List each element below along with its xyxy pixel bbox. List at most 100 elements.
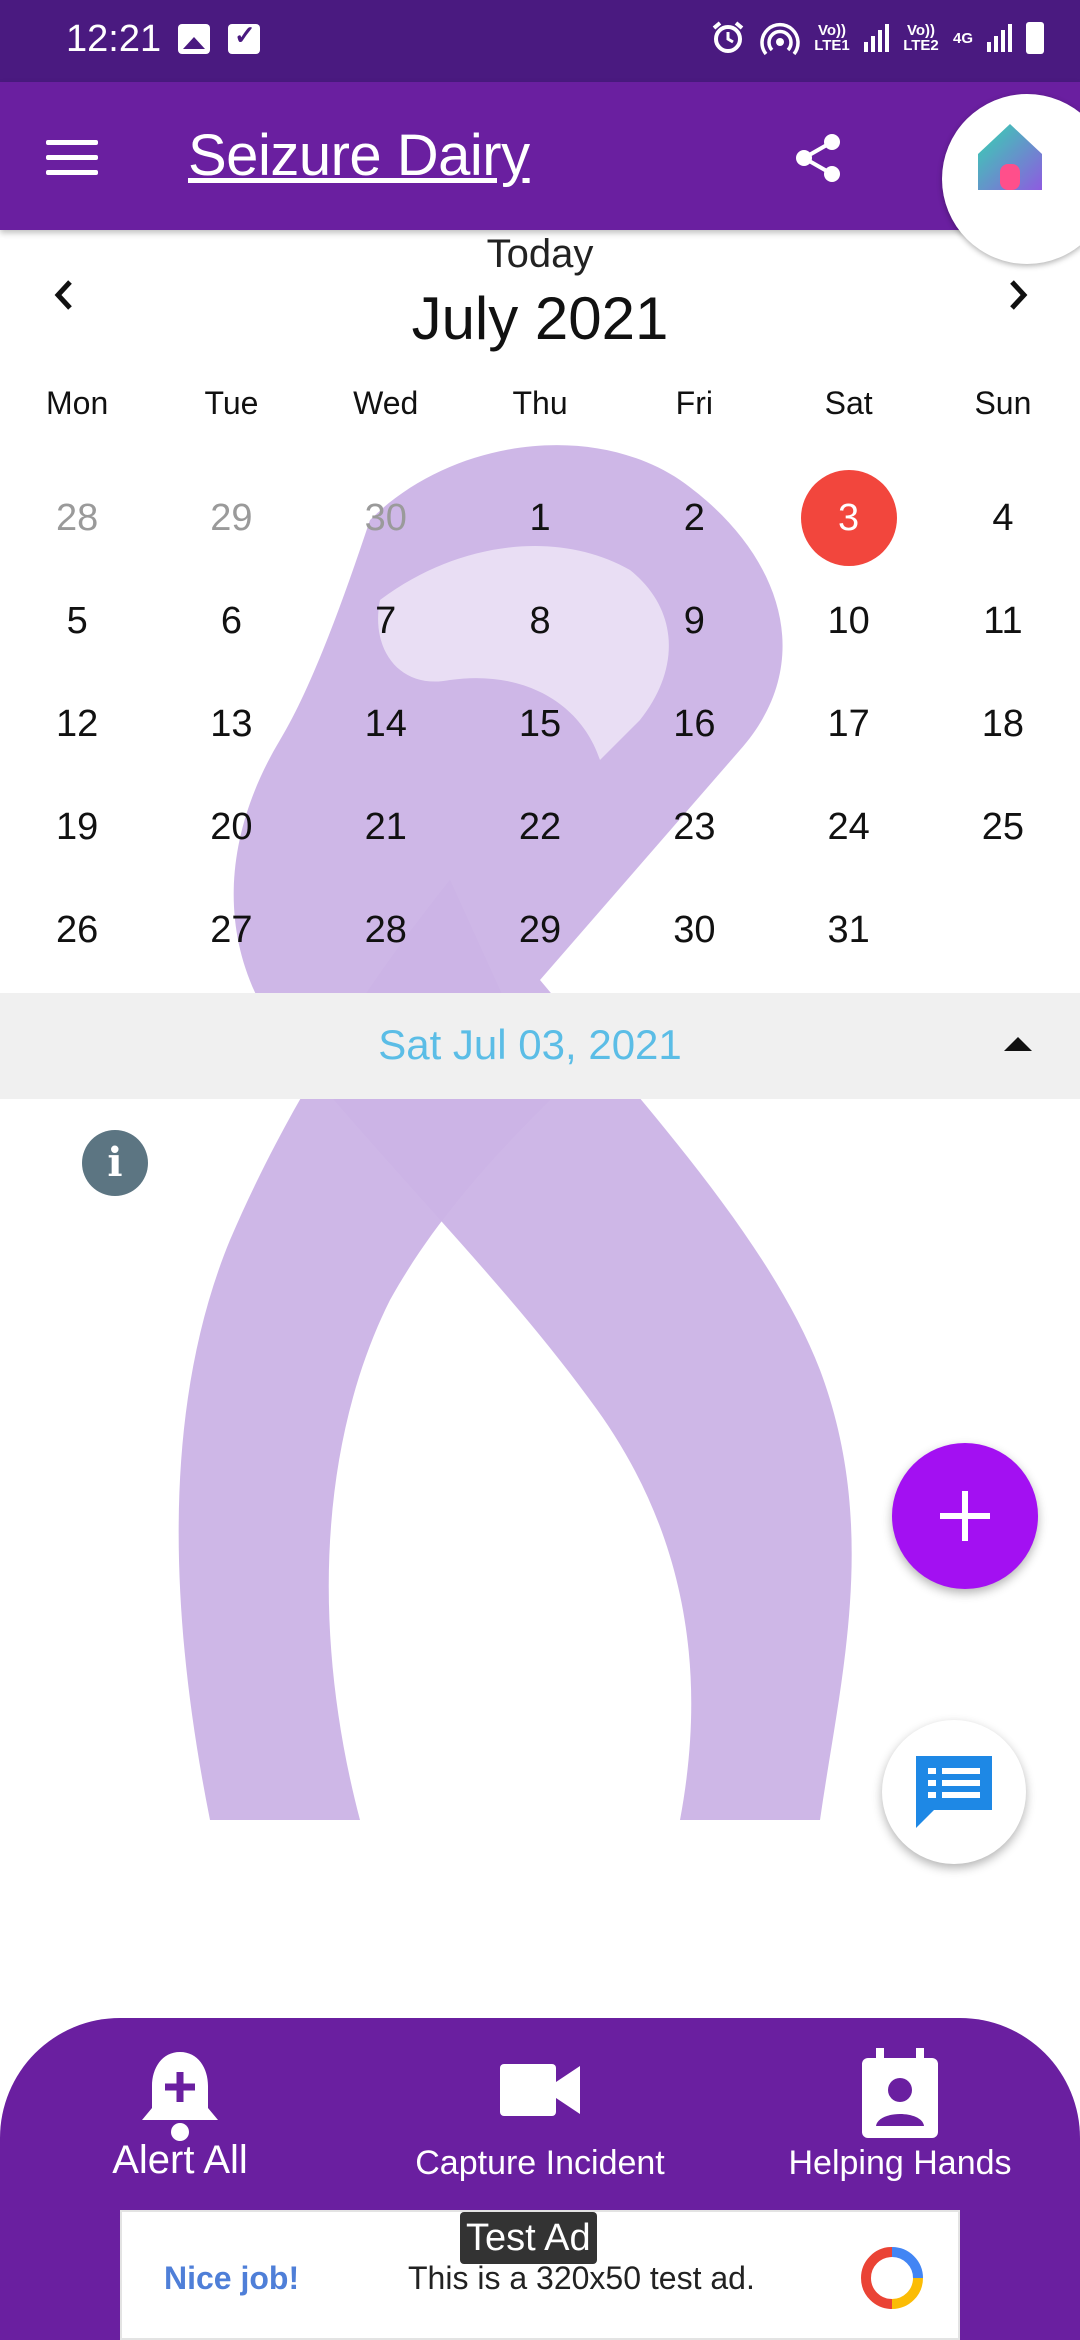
- calendar-day-label: 1: [529, 497, 551, 539]
- signal-1-icon: [863, 24, 889, 52]
- test-ad-tag: Test Ad: [460, 2212, 597, 2264]
- battery-icon: [1026, 22, 1044, 54]
- calendar-day[interactable]: 26: [0, 882, 154, 985]
- gallery-notification-icon: [178, 24, 210, 54]
- status-right-icons: Vo)) LTE1 Vo)) LTE2 4G: [710, 20, 1044, 56]
- share-icon[interactable]: [790, 130, 846, 186]
- calendar-day[interactable]: 14: [309, 676, 463, 779]
- check-notification-icon: [228, 20, 260, 54]
- weekday-mon: Mon: [46, 385, 109, 421]
- weekday-sat: Sat: [824, 385, 873, 421]
- calendar-day[interactable]: 31: [771, 882, 925, 985]
- chat-icon: [916, 1756, 992, 1828]
- weekday-tue: Tue: [204, 385, 259, 421]
- calendar-day: [926, 882, 1080, 985]
- calendar-day[interactable]: 29: [463, 882, 617, 985]
- status-notification-icons: [178, 20, 260, 54]
- calendar-day[interactable]: 21: [309, 779, 463, 882]
- calendar-day-label: 2: [683, 497, 705, 539]
- calendar-day[interactable]: 28: [0, 470, 154, 573]
- calendar-day[interactable]: 20: [154, 779, 308, 882]
- calendar-day[interactable]: 23: [617, 779, 771, 882]
- calendar-day[interactable]: 12: [0, 676, 154, 779]
- chat-button[interactable]: [882, 1720, 1026, 1864]
- lte2-label: Vo)) LTE2: [903, 22, 939, 54]
- calendar-day[interactable]: 28: [309, 882, 463, 985]
- calendar-day-label: 7: [375, 600, 397, 642]
- menu-icon[interactable]: [46, 140, 98, 176]
- calendar-day-label: 27: [210, 909, 253, 951]
- calendar-day-label: 23: [673, 806, 716, 848]
- chevron-right-icon[interactable]: [992, 270, 1042, 320]
- calendar-day[interactable]: 5: [0, 573, 154, 676]
- ad-logo-icon[interactable]: [860, 2246, 924, 2310]
- ad-headline[interactable]: Nice job!: [164, 2260, 299, 2297]
- signal-2-icon: [987, 24, 1012, 52]
- calendar-day-label: 20: [210, 806, 253, 848]
- calendar-day[interactable]: 17: [771, 676, 925, 779]
- calendar-day[interactable]: 30: [309, 470, 463, 573]
- calendar-day-label: 3: [800, 470, 897, 566]
- bell-plus-icon: [142, 2052, 218, 2141]
- calendar-day-label: 22: [518, 806, 562, 848]
- calendar-day-label: 26: [56, 909, 99, 951]
- calendar-day[interactable]: 24: [771, 779, 925, 882]
- calendar-day[interactable]: 9: [617, 573, 771, 676]
- app-title: Seizure Dairy: [188, 123, 530, 188]
- add-entry-button[interactable]: [892, 1443, 1038, 1589]
- calendar-day-label: 6: [220, 600, 242, 642]
- calendar-day-label: 24: [827, 806, 870, 848]
- calendar-day-label: 30: [364, 497, 407, 539]
- status-bar: 12:21 Vo)) LTE1 Vo)) LTE2 4G: [0, 0, 1080, 82]
- calendar-day-label: [955, 882, 1051, 978]
- selected-date-bar[interactable]: Sat Jul 03, 2021: [0, 993, 1080, 1099]
- calendar-day-label: 14: [364, 703, 407, 745]
- month-title: July 2021: [411, 285, 669, 352]
- status-time: 12:21: [66, 18, 162, 60]
- calendar-day[interactable]: 29: [154, 470, 308, 573]
- capture-incident-button[interactable]: Capture Incident: [360, 2018, 720, 2210]
- calendar-day-label: 19: [56, 806, 99, 848]
- calendar-day-label: 13: [210, 703, 253, 745]
- calendar-day[interactable]: 10: [771, 573, 925, 676]
- weekday-fri: Fri: [675, 385, 713, 421]
- calendar-day[interactable]: 15: [463, 676, 617, 779]
- calendar-day[interactable]: 1: [463, 470, 617, 573]
- calendar-day[interactable]: 25: [926, 779, 1080, 882]
- caret-up-icon[interactable]: [1004, 1037, 1032, 1051]
- ad-body-text[interactable]: This is a 320x50 test ad.: [408, 2260, 755, 2297]
- calendar-day[interactable]: 11: [926, 573, 1080, 676]
- calendar-day[interactable]: 18: [926, 676, 1080, 779]
- info-icon[interactable]: i: [82, 1130, 148, 1196]
- weekday-wed: Wed: [353, 385, 419, 421]
- calendar-day-selected[interactable]: 3: [771, 470, 925, 573]
- helping-hands-button[interactable]: Helping Hands: [720, 2018, 1080, 2210]
- calendar-day[interactable]: 27: [154, 882, 308, 985]
- calendar-grid: 28 29 30 1 2 3 4 5 6 7 8 9 10 11 12 13 14 15 16 17 18 19 20 21 2…: [0, 470, 1080, 985]
- calendar-day[interactable]: 22: [463, 779, 617, 882]
- calendar-day[interactable]: 8: [463, 573, 617, 676]
- lte1-label: Vo)) LTE1: [814, 22, 850, 54]
- calendar-day-label: 8: [529, 600, 551, 642]
- calendar-day-label: 18: [981, 703, 1025, 745]
- calendar-day[interactable]: 7: [309, 573, 463, 676]
- calendar-day-label: 10: [827, 600, 870, 642]
- today-label[interactable]: Today: [0, 232, 1080, 277]
- calendar-day-label: 21: [364, 806, 407, 848]
- alert-all-label: Alert All: [112, 2138, 248, 2182]
- calendar-day-label: 9: [683, 600, 705, 642]
- calendar-day-label: 31: [827, 909, 870, 951]
- calendar-day[interactable]: 6: [154, 573, 308, 676]
- calendar-day[interactable]: 16: [617, 676, 771, 779]
- calendar-day-label: 30: [673, 909, 716, 951]
- helping-hands-label: Helping Hands: [788, 2144, 1012, 2182]
- hotspot-icon: [760, 23, 800, 56]
- calendar-day[interactable]: 30: [617, 882, 771, 985]
- calendar-day[interactable]: 13: [154, 676, 308, 779]
- alert-all-button[interactable]: Alert All: [0, 2018, 360, 2210]
- app-bar: Seizure Dairy: [0, 82, 1080, 264]
- calendar-day[interactable]: 19: [0, 779, 154, 882]
- calendar-day[interactable]: 2: [617, 470, 771, 573]
- contact-badge-icon: [862, 2048, 938, 2138]
- calendar-day[interactable]: 4: [926, 470, 1080, 573]
